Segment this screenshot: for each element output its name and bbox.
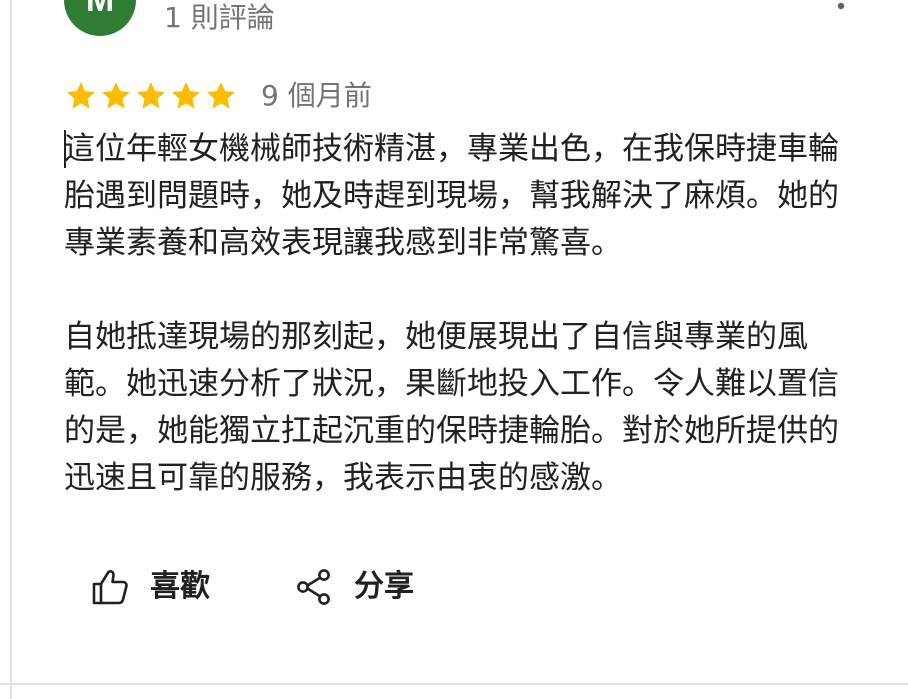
- review-card: M 1 則評論 9 個月前 這位年輕女機械師技術精湛，專業出色，在我保時捷車輪 …: [0, 0, 908, 699]
- avatar[interactable]: M: [64, 0, 136, 36]
- star-icon: [207, 82, 235, 109]
- star-icon: [137, 82, 165, 109]
- star-icon: [102, 82, 130, 109]
- star-icon: [172, 82, 200, 109]
- review-actions: 喜歡 分享: [90, 563, 414, 611]
- bottom-divider: [0, 683, 908, 685]
- review-paragraph: 自她抵達現場的那刻起，她便展現出了自信與專業的風 範。她迅速分析了狀況，果斷地投…: [64, 319, 839, 496]
- review-paragraph: 這位年輕女機械師技術精湛，專業出色，在我保時捷車輪 胎遇到問題時，她及時趕到現場…: [64, 131, 839, 261]
- rating-row: 9 個月前: [64, 78, 372, 114]
- review-text: 這位年輕女機械師技術精湛，專業出色，在我保時捷車輪 胎遇到問題時，她及時趕到現場…: [64, 126, 864, 502]
- share-icon: [297, 569, 330, 605]
- like-label: 喜歡: [150, 569, 210, 604]
- share-button[interactable]: 分享: [294, 563, 414, 611]
- reviewer-review-count: 1 則評論: [164, 1, 275, 34]
- review-date: 9 個月前: [261, 79, 372, 112]
- share-label: 分享: [354, 569, 414, 604]
- like-button[interactable]: 喜歡: [90, 563, 210, 611]
- star-icon: [67, 82, 95, 109]
- thumbs-up-icon: [92, 570, 128, 605]
- left-divider: [10, 0, 12, 699]
- star-rating: [64, 79, 239, 113]
- more-vertical-icon[interactable]: [826, 0, 856, 24]
